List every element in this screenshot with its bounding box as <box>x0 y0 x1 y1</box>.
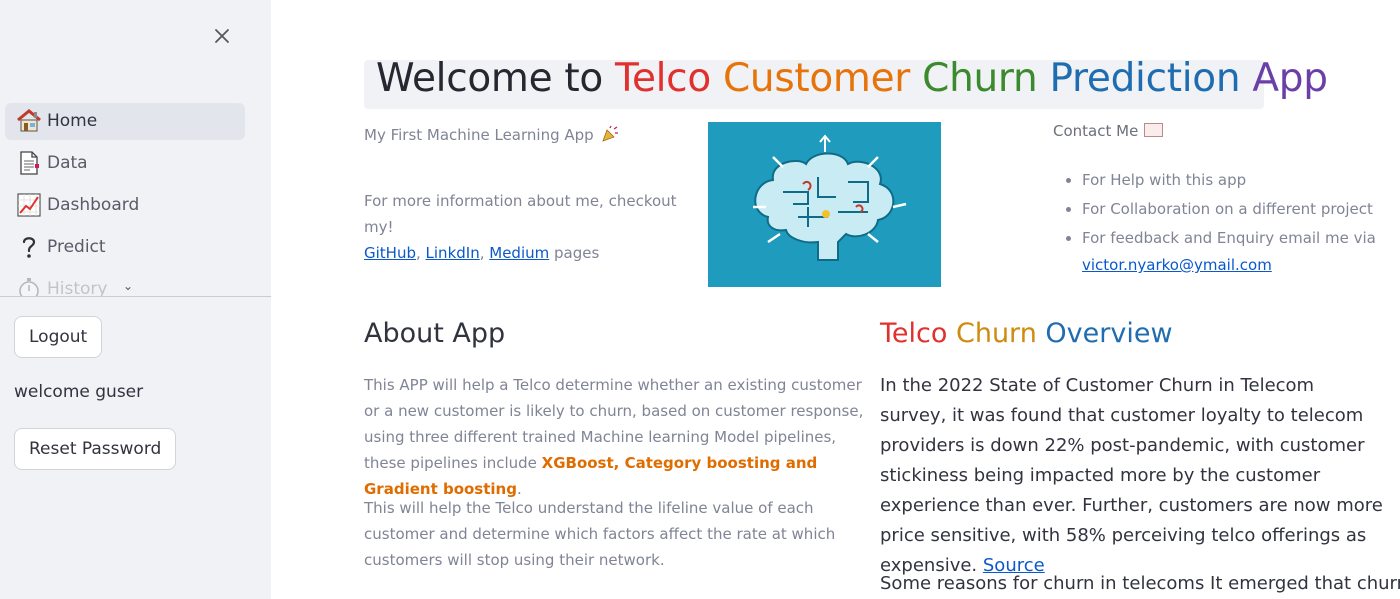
email-link[interactable]: victor.nyarko@ymail.com <box>1082 253 1400 277</box>
stopwatch-icon <box>19 278 39 296</box>
overview-heading-word: Telco <box>880 318 948 349</box>
overview-paragraph: Some reasons for churn in telecoms It em… <box>880 573 1400 594</box>
more-info-label: For more information about me, checkout … <box>364 192 677 236</box>
contact-heading: Contact Me <box>1053 122 1164 140</box>
sidebar-item-data[interactable]: Data <box>5 145 245 182</box>
close-icon[interactable] <box>210 24 234 48</box>
sidebar-item-label: Dashboard <box>47 195 140 215</box>
sidebar-item-label: Data <box>47 153 88 173</box>
github-link[interactable]: GitHub <box>364 244 416 262</box>
sidebar-divider <box>0 296 271 297</box>
logout-button[interactable]: Logout <box>14 316 103 358</box>
title-word: Customer <box>723 56 911 101</box>
sidebar-item-dashboard[interactable]: Dashboard <box>5 187 245 224</box>
house-icon <box>17 109 41 132</box>
title-word: App <box>1252 56 1328 101</box>
page-title: Welcome to Telco Customer Churn Predicti… <box>376 56 1328 101</box>
welcome-text: welcome guser <box>14 382 144 402</box>
links-suffix: pages <box>554 244 600 262</box>
overview-paragraph: In the 2022 State of Customer Churn in T… <box>880 371 1385 581</box>
contact-list: For Help with this app For Collaboration… <box>1053 166 1400 277</box>
title-prefix: Welcome to <box>376 56 616 101</box>
overview-text: In the 2022 State of Customer Churn in T… <box>880 375 1383 576</box>
brain-maze-image <box>708 122 941 287</box>
list-item: For Help with this app <box>1082 166 1400 195</box>
chevron-down-icon[interactable]: ⌄ <box>123 279 133 293</box>
contact-email-label: For feedback and Enquiry email me via <box>1082 229 1376 247</box>
overview-heading-word: Churn <box>955 318 1037 349</box>
title-word: Telco <box>615 56 711 101</box>
title-word: Churn <box>922 56 1038 101</box>
sidebar-item-history[interactable]: History ⌄ <box>5 271 245 296</box>
contact-heading-label: Contact Me <box>1053 122 1139 140</box>
overview-heading-word: Overview <box>1045 318 1173 349</box>
document-icon <box>20 151 39 175</box>
sidebar-item-home[interactable]: Home <box>5 103 245 140</box>
party-popper-icon <box>602 125 619 142</box>
about-heading: About App <box>364 318 506 349</box>
envelope-icon <box>1144 123 1164 137</box>
list-item: For feedback and Enquiry email me via vi… <box>1082 224 1400 277</box>
sidebar-item-label: Home <box>47 111 98 131</box>
title-word: Prediction <box>1049 56 1241 101</box>
sidebar-item-label: History <box>47 279 108 296</box>
overview-heading: Telco Churn Overview <box>880 318 1173 349</box>
first-app-text: My First Machine Learning App <box>364 125 619 144</box>
about-paragraph: This APP will help a Telco determine whe… <box>364 372 864 502</box>
sidebar-item-predict[interactable]: Predict <box>5 229 245 266</box>
more-info-text: For more information about me, checkout … <box>364 192 677 262</box>
sidebar-item-label: Predict <box>47 237 106 257</box>
list-item: For Collaboration on a different project <box>1082 195 1400 224</box>
sidebar: Home Data Dashboard Predict History ⌄ Lo… <box>0 0 271 599</box>
about-paragraph: This will help the Telco understand the … <box>364 499 836 569</box>
main-content: Welcome to Telco Customer Churn Predicti… <box>271 0 1400 599</box>
medium-link[interactable]: Medium <box>489 244 549 262</box>
page-title-box: Welcome to Telco Customer Churn Predicti… <box>364 56 1328 109</box>
reset-password-button[interactable]: Reset Password <box>14 428 177 470</box>
question-mark-icon <box>22 237 36 258</box>
sidebar-nav: Home Data Dashboard Predict History ⌄ <box>5 103 245 296</box>
chart-increasing-icon <box>17 193 41 217</box>
first-app-label: My First Machine Learning App <box>364 126 594 144</box>
linkedin-link[interactable]: LinkdIn <box>426 244 480 262</box>
